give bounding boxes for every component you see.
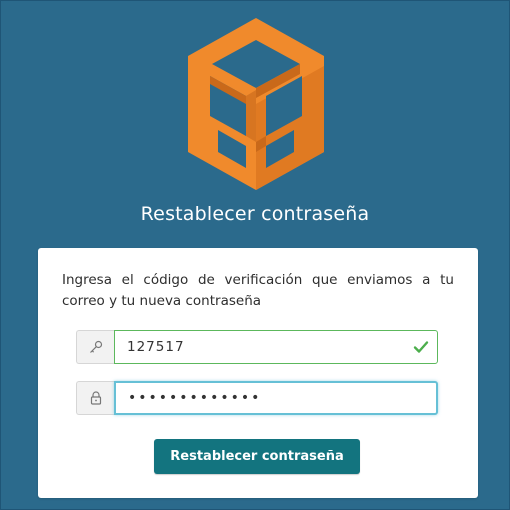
verification-code-input[interactable]: 127517 [114,330,438,364]
checkmark-icon [413,341,429,353]
new-password-field: ••••••••••••• [76,381,438,415]
page-title: Restablecer contraseña [140,203,370,225]
logo-impossible-cube [188,18,324,190]
reset-password-card: Ingresa el código de verificación que en… [38,248,478,498]
verification-code-field: 127517 [76,330,438,364]
instructions-text: Ingresa el código de verificación que en… [62,272,454,309]
key-icon [76,330,114,364]
reset-password-button[interactable]: Restablecer contraseña [154,439,360,474]
new-password-input[interactable]: ••••••••••••• [114,381,438,415]
lock-icon [76,381,114,415]
